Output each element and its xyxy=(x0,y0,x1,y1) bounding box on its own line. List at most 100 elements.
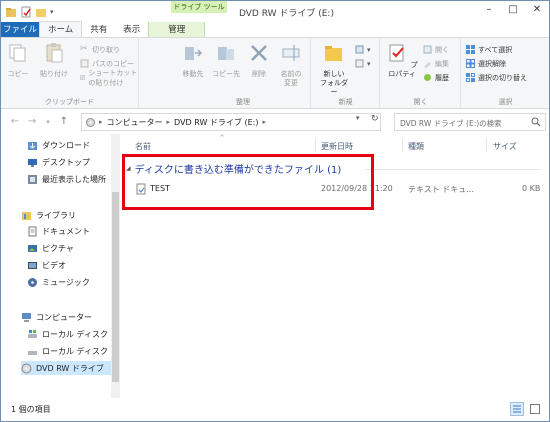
address-bar[interactable]: ▸ コンピューター ▸ DVD RW ドライブ (E:) ▸ xyxy=(81,113,381,131)
rename-button[interactable]: 名前の 変更 xyxy=(278,42,304,88)
back-arrow-icon[interactable]: ← xyxy=(9,116,21,128)
nav-item-recent-places[interactable]: 最近表示した場所 xyxy=(27,172,106,186)
paste-button[interactable]: 貼り付け xyxy=(39,42,69,79)
nav-item-dvd-drive[interactable]: DVD RW ドライブ xyxy=(21,361,111,375)
column-divider[interactable] xyxy=(315,138,316,152)
desktop-icon xyxy=(28,158,37,167)
minimize-icon[interactable]: – xyxy=(483,4,495,15)
delete-button[interactable]: 削除 xyxy=(248,42,270,79)
up-arrow-icon[interactable]: ↑ xyxy=(58,116,70,128)
tab-share[interactable]: 共有 xyxy=(82,22,115,38)
new-folder-button[interactable]: 新しい フォルダー xyxy=(318,42,350,97)
select-all-button[interactable]: すべて選択 xyxy=(466,44,512,55)
history-button[interactable]: 履歴 xyxy=(423,72,449,83)
select-all-label: すべて選択 xyxy=(478,45,513,54)
forward-arrow-icon[interactable]: → xyxy=(26,116,38,128)
column-header-type[interactable]: 種類 xyxy=(408,141,424,152)
move-to-button[interactable]: 移動先 xyxy=(180,42,206,79)
nav-item-label: ローカル ディスク xyxy=(42,346,108,356)
easy-access-icon xyxy=(355,59,364,68)
move-to-icon xyxy=(185,47,203,60)
window-title: DVD RW ドライブ (E:) xyxy=(239,9,334,19)
new-folder-quick-icon[interactable] xyxy=(35,6,47,18)
qat-dropdown-icon[interactable]: ▾ xyxy=(50,8,54,16)
computer-icon xyxy=(22,312,31,322)
address-dropdown-icon[interactable]: ▾ xyxy=(356,114,360,122)
pictures-icon xyxy=(28,244,37,252)
large-icons-view-button[interactable] xyxy=(528,402,542,416)
documents-icon xyxy=(28,226,37,236)
details-view-icon xyxy=(513,405,521,413)
new-group: 新しい フォルダー ▾ ▾ 新規 xyxy=(312,38,380,109)
breadcrumb-computer[interactable]: コンピューター xyxy=(107,117,163,128)
local-disk-icon xyxy=(28,350,37,355)
history-icon xyxy=(424,74,431,81)
tab-manage[interactable]: 管理 xyxy=(148,22,206,38)
cut-button[interactable]: ✂ 切り取り xyxy=(80,44,120,55)
column-header-modified[interactable]: 更新日時 xyxy=(321,141,353,152)
new-folder-icon xyxy=(325,46,342,61)
nav-item-local-disk-c[interactable]: ローカル ディスク xyxy=(27,327,108,341)
open-button[interactable]: 開く xyxy=(423,44,449,55)
highlight-box xyxy=(122,154,374,210)
breadcrumb-dvd-drive[interactable]: DVD RW ドライブ (E:) xyxy=(174,117,258,128)
tab-file[interactable]: ファイル xyxy=(1,22,39,38)
open-group: プロパティ 開く 編集 履歴 開く xyxy=(381,38,461,109)
select-none-button[interactable]: 選択解除 xyxy=(466,58,506,69)
new-item-button[interactable]: ▾ xyxy=(355,44,371,55)
rename-label-line1: 名前の xyxy=(280,70,302,78)
nav-pane-scrollbar-thumb[interactable] xyxy=(112,192,119,382)
nav-item-libraries[interactable]: ライブラリ xyxy=(21,208,76,222)
edit-button[interactable]: 編集 xyxy=(423,58,449,69)
nav-pane-scrollbar[interactable] xyxy=(111,134,120,398)
search-icon xyxy=(531,117,541,127)
dvd-drive-icon xyxy=(21,363,32,373)
copy-button[interactable]: コピー xyxy=(7,42,29,79)
properties-icon xyxy=(389,44,405,62)
nav-item-downloads[interactable]: ダウンロード xyxy=(27,138,90,152)
nav-item-local-disk-d[interactable]: ローカル ディスク xyxy=(27,344,108,358)
invert-selection-icon xyxy=(466,73,475,82)
open-icon xyxy=(423,45,432,54)
copy-to-icon xyxy=(218,47,234,60)
nav-item-label: ローカル ディスク xyxy=(42,329,108,339)
column-divider[interactable] xyxy=(486,138,487,152)
properties-quick-icon[interactable] xyxy=(20,6,32,18)
maximize-icon[interactable]: □ xyxy=(507,4,519,15)
easy-access-dropdown-icon: ▾ xyxy=(367,59,371,68)
search-placeholder: DVD RW ドライブ (E:)の検索 xyxy=(400,119,502,128)
copy-icon xyxy=(9,44,26,62)
column-divider[interactable] xyxy=(402,138,403,152)
copy-to-button[interactable]: コピー先 xyxy=(212,42,240,79)
nav-item-desktop[interactable]: デスクトップ xyxy=(27,155,90,169)
nav-item-videos[interactable]: ビデオ xyxy=(27,258,66,272)
nav-item-label: DVD RW ドライブ xyxy=(36,363,104,373)
column-header-name[interactable]: 名前 xyxy=(135,141,151,152)
nav-item-documents[interactable]: ドキュメント xyxy=(27,224,90,238)
ribbon: コピー 貼り付け ✂ 切り取り パスのコピー ショートカットの貼り付け クリップ… xyxy=(1,37,549,109)
explorer-app-icon[interactable] xyxy=(5,6,17,18)
column-header-size[interactable]: サイズ xyxy=(493,141,517,152)
tab-home[interactable]: ホーム xyxy=(39,21,83,38)
invert-selection-button[interactable]: 選択の切り替え xyxy=(466,72,527,83)
organize-group: 移動先 コピー先 削除 名前の 変更 整理 xyxy=(176,38,311,109)
breadcrumb-separator-icon: ▸ xyxy=(99,118,103,126)
easy-access-button[interactable]: ▾ xyxy=(355,58,371,69)
properties-button[interactable]: プロパティ xyxy=(385,42,419,79)
paste-shortcut-button[interactable]: ショートカットの貼り付け xyxy=(80,69,138,87)
new-group-label: 新規 xyxy=(338,98,353,106)
details-view-button[interactable] xyxy=(510,402,524,416)
select-group-label: 選択 xyxy=(498,98,513,106)
search-input[interactable]: DVD RW ドライブ (E:)の検索 xyxy=(394,113,546,131)
nav-item-music[interactable]: ミュージック xyxy=(27,275,90,289)
nav-item-label: ピクチャ xyxy=(42,243,74,253)
library-icon xyxy=(22,211,31,220)
nav-item-label: ライブラリ xyxy=(36,210,76,220)
nav-item-pictures[interactable]: ピクチャ xyxy=(27,241,74,255)
recent-locations-icon[interactable]: ▾ xyxy=(42,116,54,128)
tab-view[interactable]: 表示 xyxy=(115,22,148,38)
close-icon[interactable]: ✕ xyxy=(531,4,543,15)
refresh-icon[interactable]: ↻ xyxy=(371,114,379,124)
edit-label: 編集 xyxy=(435,59,449,68)
nav-item-computer[interactable]: コンピューター xyxy=(21,310,92,324)
